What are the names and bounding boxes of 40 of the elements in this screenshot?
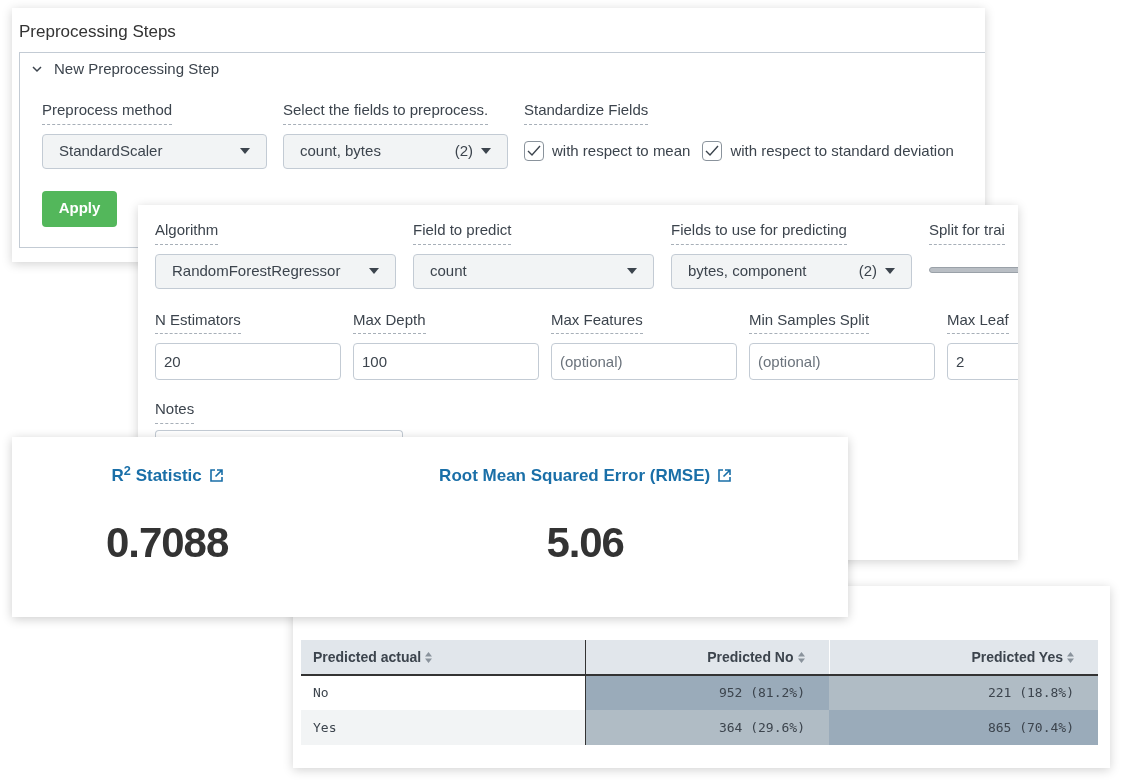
input-field[interactable]: (optional) xyxy=(551,343,737,380)
dropdown[interactable]: RandomForestRegressor xyxy=(155,253,396,289)
table-cell: Yes xyxy=(301,710,585,745)
input-field[interactable]: (optional) xyxy=(749,343,935,380)
checkbox-option[interactable]: with respect to standard deviation xyxy=(702,139,954,163)
field-label: Notes xyxy=(155,398,195,424)
metric-value: 0.7088 xyxy=(106,517,229,568)
heatmap-cell: 221 (18.8%) xyxy=(829,675,1098,710)
metric-link[interactable]: Root Mean Squared Error (RMSE) xyxy=(439,463,732,489)
dropdown[interactable]: StandardScaler xyxy=(42,133,267,169)
heatmap-cell: 952 (81.2%) xyxy=(585,675,829,710)
step-toggle[interactable]: New Preprocessing Step xyxy=(20,53,232,85)
field-label: Standardize Fields xyxy=(524,99,649,125)
field-label: Split for trai xyxy=(929,219,1005,245)
metric-link[interactable]: R$^{2}$ Statistic xyxy=(111,463,223,489)
heatmap-cell: 364 (29.6%) xyxy=(585,710,829,745)
field-label: Max Leaf xyxy=(947,308,1009,334)
checkbox-option[interactable]: with respect to mean xyxy=(524,139,691,163)
heatmap-cell: 865 (70.4%) xyxy=(829,710,1098,745)
field-label: Field to predict xyxy=(413,219,512,245)
column-header[interactable]: Predicted Yes xyxy=(829,640,1098,675)
field-label: Max Depth xyxy=(353,308,426,334)
field-label: Select the fields to preprocess. xyxy=(283,99,489,125)
dropdown[interactable]: count xyxy=(413,253,654,289)
metric-value: 5.06 xyxy=(546,517,624,568)
field-label: Preprocess method xyxy=(42,99,173,125)
input-field[interactable]: 20 xyxy=(155,343,341,380)
dropdown[interactable]: bytes, component (2) xyxy=(671,253,912,289)
field-label: Fields to use for predicting xyxy=(671,219,847,245)
field-label: Min Samples Split xyxy=(749,308,870,334)
field-label: Max Features xyxy=(551,308,643,334)
field-label: N Estimators xyxy=(155,308,241,334)
input-field[interactable]: 2 xyxy=(947,343,1018,380)
column-header[interactable]: Predicted actual xyxy=(301,640,585,675)
input-field[interactable]: 100 xyxy=(353,343,539,380)
table-cell: No xyxy=(301,675,585,710)
dropdown[interactable]: count, bytes (2) xyxy=(283,133,508,169)
column-header[interactable]: Predicted No xyxy=(585,640,829,675)
section-title: Preprocessing Steps xyxy=(19,21,177,43)
field-label: Algorithm xyxy=(155,219,219,245)
